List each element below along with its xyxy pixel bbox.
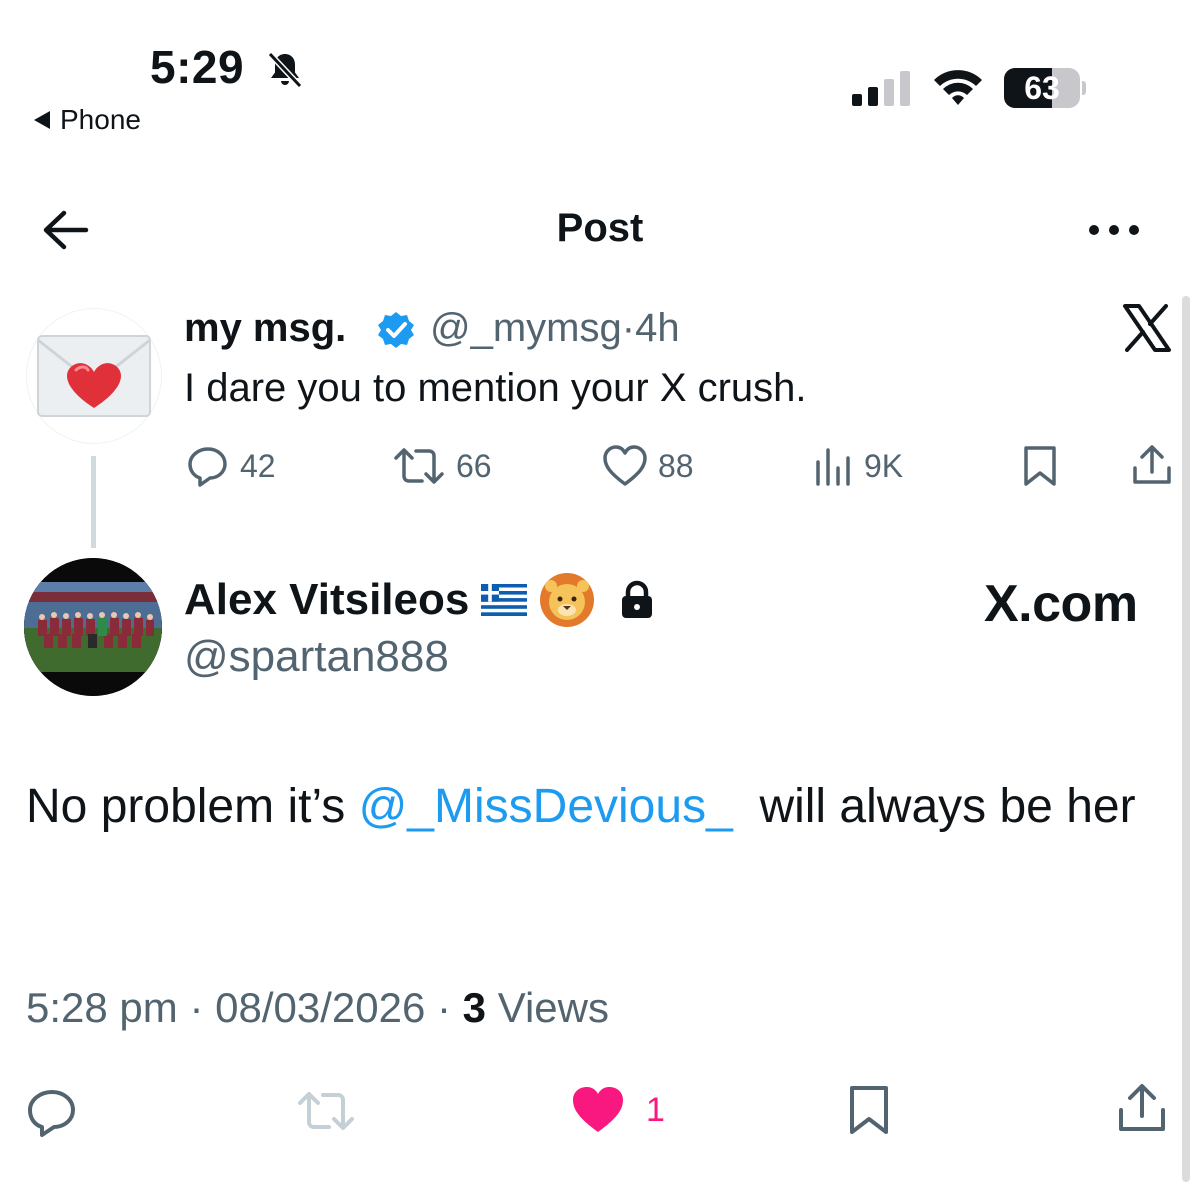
back-app-label: Phone xyxy=(60,104,141,135)
mention-link[interactable]: @_MissDevious_ xyxy=(359,780,733,833)
like-count: 88 xyxy=(658,447,694,484)
cellular-signal-icon xyxy=(852,71,910,106)
wifi-icon xyxy=(934,70,982,105)
meta-separator: · xyxy=(621,306,636,350)
back-to-app-link[interactable]: Phone xyxy=(34,104,141,136)
meta-separator: · xyxy=(437,984,451,1031)
post-date: 08/03/2026 xyxy=(215,984,426,1031)
back-arrow-icon[interactable] xyxy=(40,208,90,252)
parent-action-bar: 42 66 88 9K xyxy=(186,444,1176,488)
bookmark-icon[interactable] xyxy=(846,1084,892,1136)
reply-action[interactable]: 42 xyxy=(186,444,276,488)
reply-display-name[interactable]: Alex Vitsileos xyxy=(184,575,469,625)
parent-avatar[interactable] xyxy=(26,308,162,444)
reply-handle[interactable]: @spartan888 xyxy=(184,632,449,682)
reply-text-end: will always be her xyxy=(732,780,1136,833)
post-time: 5:28 pm xyxy=(26,984,178,1031)
views-number: 3 xyxy=(462,984,487,1031)
parent-age: 4h xyxy=(635,306,680,350)
lock-icon xyxy=(622,580,653,618)
heart-outline-icon xyxy=(603,445,647,486)
repost-icon xyxy=(394,448,444,484)
more-options-icon[interactable] xyxy=(1086,220,1142,240)
parent-handle[interactable]: @_mymsg xyxy=(430,306,622,350)
liked-action[interactable]: 1 xyxy=(570,1084,665,1136)
bell-muted-icon xyxy=(267,51,303,89)
liked-count: 1 xyxy=(646,1090,665,1129)
xcom-watermark: X.com xyxy=(984,575,1138,633)
repost-action[interactable]: 66 xyxy=(392,444,492,488)
battery-indicator: 63 xyxy=(1004,68,1086,108)
reply-count: 42 xyxy=(240,447,276,484)
thread-connector xyxy=(91,456,96,548)
bookmark-icon[interactable] xyxy=(1020,444,1060,488)
post-timestamp-line: 5:28 pm · 08/03/2026 · 3 Views xyxy=(26,984,609,1032)
repost-icon-disabled[interactable] xyxy=(296,1088,356,1134)
reply-icon[interactable] xyxy=(26,1088,78,1138)
meta-separator: · xyxy=(189,984,204,1031)
repost-count: 66 xyxy=(456,447,492,484)
status-time: 5:29 xyxy=(150,41,245,93)
page-title: Post xyxy=(556,206,644,250)
parent-display-name[interactable]: my msg. xyxy=(184,306,346,351)
parent-post-text: I dare you to mention your X crush. xyxy=(184,366,807,410)
scrollbar[interactable] xyxy=(1182,296,1190,1182)
verified-badge-icon xyxy=(378,312,414,348)
team-photo-image xyxy=(24,558,162,696)
parent-meta: @_mymsg·4h xyxy=(430,306,680,351)
share-icon[interactable] xyxy=(1116,1082,1168,1136)
x-logo-icon xyxy=(1123,304,1171,352)
analytics-icon xyxy=(816,448,850,486)
like-action[interactable]: 88 xyxy=(602,444,694,488)
reply-action-bar: 1 xyxy=(0,1080,1200,1140)
reply-icon xyxy=(188,447,227,487)
views-action[interactable]: 9K xyxy=(814,444,903,488)
reply-post-text: No problem it’s @_MissDevious_ will alwa… xyxy=(26,772,1156,842)
heart-filled-icon xyxy=(573,1087,623,1132)
greece-flag-icon xyxy=(481,584,528,616)
views-count: 9K xyxy=(864,447,904,484)
back-triangle-icon xyxy=(34,111,50,129)
reply-text-start: No problem it’s xyxy=(26,780,359,833)
reply-avatar[interactable] xyxy=(24,558,162,696)
views-label[interactable]: Views xyxy=(498,984,609,1031)
battery-percent: 63 xyxy=(1024,70,1060,106)
lion-emoji-icon xyxy=(540,573,595,627)
love-letter-icon xyxy=(37,335,151,417)
share-icon[interactable] xyxy=(1130,444,1174,488)
reply-author-row: Alex Vitsileos xyxy=(184,572,655,628)
